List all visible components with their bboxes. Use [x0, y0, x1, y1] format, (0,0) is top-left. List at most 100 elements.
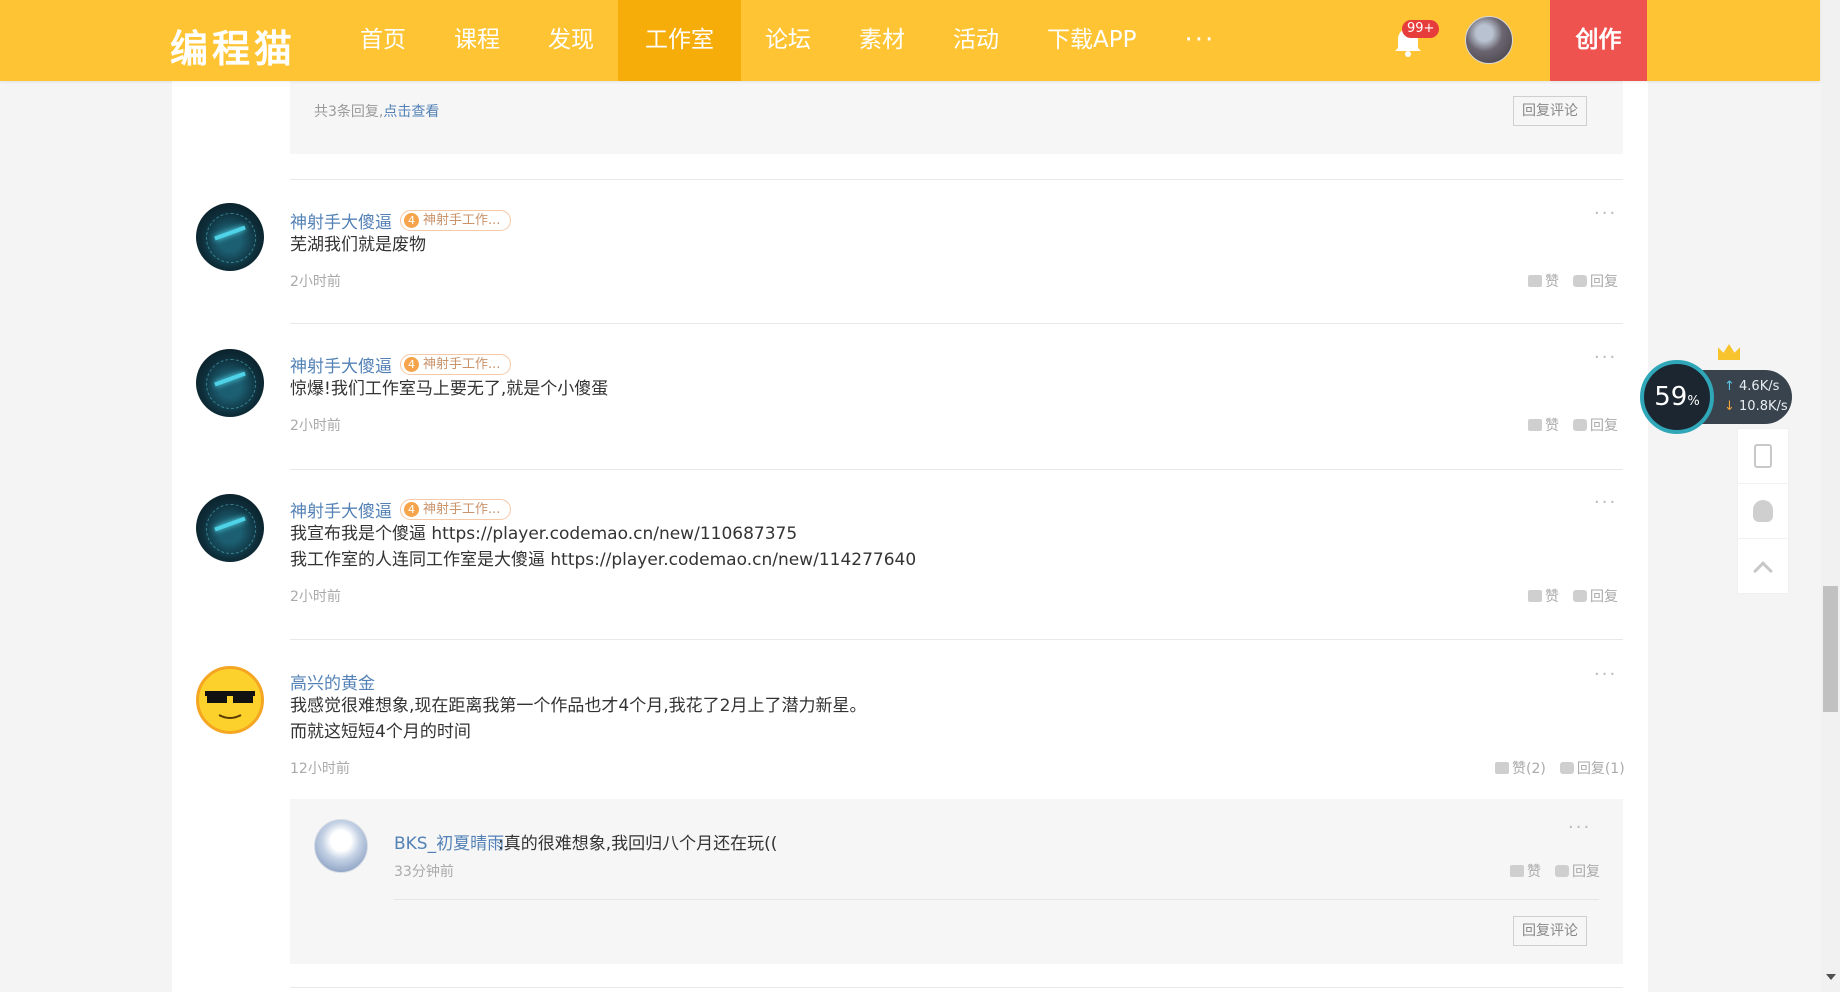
thumbs-up-icon [1528, 419, 1542, 431]
comment-bubble-icon [1573, 590, 1587, 602]
comment-text-line: 而就这短短4个月的时间 [290, 722, 471, 742]
back-to-top-button[interactable] [1738, 539, 1788, 594]
divider [290, 179, 1623, 180]
reply-comment-button[interactable]: 回复评论 [1513, 96, 1587, 126]
comment-time: 12小时前 [290, 761, 350, 777]
tag-text: 神射手工作... [423, 213, 501, 228]
replier-avatar[interactable] [314, 819, 368, 873]
like-label: 赞(2) [1512, 761, 1546, 777]
comment-time: 2小时前 [290, 274, 341, 290]
commenter-name[interactable]: 神射手大傻逼 [290, 352, 392, 377]
network-speed-widget[interactable]: ↑ 4.6K/s ↓ 10.8K/s 59% [1640, 344, 1792, 434]
nav-discover[interactable]: 发现 [524, 0, 618, 81]
comment-bubble-icon [1555, 865, 1569, 877]
commenter-avatar[interactable] [196, 203, 264, 271]
commenter-avatar[interactable] [196, 349, 264, 417]
page-scrollbar[interactable] [1821, 0, 1840, 992]
notification-badge: 99+ [1402, 20, 1440, 38]
like-button[interactable]: 赞 [1528, 586, 1559, 606]
user-avatar[interactable] [1465, 16, 1513, 64]
comment-bubble-icon [1573, 419, 1587, 431]
reply-count: 共3条回复,点击查看 [314, 101, 439, 121]
reply-comment-button[interactable]: 回复评论 [1513, 916, 1587, 946]
reply-label: 回复(1) [1576, 761, 1625, 777]
upload-speed: ↑ 4.6K/s [1724, 377, 1792, 397]
reply-button[interactable]: 回复 [1555, 861, 1600, 881]
studio-tag[interactable]: 4 神射手工作... [400, 210, 512, 231]
like-button[interactable]: 赞 [1510, 861, 1541, 881]
reply-label: 回复 [1590, 589, 1618, 605]
comment-text-line: 我感觉很难想象,现在距离我第一个作品也才4个月,我花了2月上了潜力新星。 [290, 696, 867, 716]
nav-events[interactable]: 活动 [929, 0, 1023, 81]
reply-label: 回复 [1572, 864, 1600, 880]
comment-time: 2小时前 [290, 589, 341, 605]
reply-thread: BKS_初夏晴雨 :真的很难想象,我回归八个月还在玩(( 33分钟前 ··· 赞… [290, 799, 1623, 964]
nav-materials[interactable]: 素材 [835, 0, 929, 81]
more-options-icon[interactable]: ··· [1568, 817, 1591, 838]
studio-tag[interactable]: 4 神射手工作... [400, 354, 512, 375]
qq-button[interactable] [1738, 484, 1788, 539]
nav-download-app[interactable]: 下载APP [1023, 0, 1160, 81]
main-nav: 首页 课程 发现 工作室 论坛 素材 活动 下载APP ··· [336, 0, 1239, 81]
like-button[interactable]: 赞(2) [1495, 758, 1546, 778]
sunglasses-emoji-icon [205, 691, 255, 719]
studio-tag[interactable]: 4 神射手工作... [400, 499, 512, 520]
download-value: 10.8K/s [1739, 399, 1788, 414]
nav-courses[interactable]: 课程 [430, 0, 524, 81]
like-label: 赞 [1545, 418, 1559, 434]
commenter-avatar[interactable] [196, 494, 264, 562]
like-button[interactable]: 赞 [1528, 271, 1559, 291]
mobile-app-button[interactable] [1738, 429, 1788, 484]
reply-button[interactable]: 回复 [1573, 271, 1618, 291]
commenter-name[interactable]: 高兴的黄金 [290, 669, 375, 694]
comment-time: 2小时前 [290, 418, 341, 434]
more-options-icon[interactable]: ··· [1594, 492, 1617, 513]
divider [290, 639, 1623, 640]
tag-level: 4 [404, 357, 419, 372]
nav-more-icon[interactable]: ··· [1160, 0, 1239, 81]
like-label: 赞 [1545, 589, 1559, 605]
back-to-top-icon [1753, 560, 1773, 581]
commenter-name[interactable]: 神射手大傻逼 [290, 497, 392, 522]
memory-usage-circle[interactable]: 59% [1640, 360, 1714, 434]
download-arrow-icon: ↓ [1724, 399, 1740, 414]
top-header: 编程猫 首页 课程 发现 工作室 论坛 素材 活动 下载APP ··· 99+ … [0, 0, 1820, 81]
nav-home[interactable]: 首页 [336, 0, 430, 81]
comment-text: 惊爆!我们工作室马上要无了,就是个小傻蛋 [290, 379, 609, 399]
reply-label: 回复 [1590, 274, 1618, 290]
comment-text: 芜湖我们就是废物 [290, 235, 426, 255]
divider [290, 323, 1623, 324]
comment-text-line: 我宣布我是个傻逼 https://player.codemao.cn/new/1… [290, 524, 798, 544]
codemao-logo[interactable]: 编程猫 [170, 18, 296, 73]
like-button[interactable]: 赞 [1528, 415, 1559, 435]
commenter-avatar[interactable] [196, 666, 264, 734]
comment-bubble-icon [1573, 275, 1587, 287]
thumbs-up-icon [1495, 762, 1509, 774]
reply-actions: 赞 回复 [1510, 861, 1600, 881]
comments-panel: 共3条回复,点击查看 回复评论 神射手大傻逼 4 神射手工作... 芜湖我们就是废… [172, 69, 1648, 992]
create-button[interactable]: 创作 [1550, 0, 1647, 81]
reply-text: :真的很难想象,我回归八个月还在玩(( [498, 834, 778, 854]
tag-level: 4 [404, 502, 419, 517]
reply-button[interactable]: 回复 [1573, 586, 1618, 606]
tag-level: 4 [404, 213, 419, 228]
reply-button[interactable]: 回复 [1573, 415, 1618, 435]
commenter-name[interactable]: 神射手大傻逼 [290, 208, 392, 233]
comment-bubble-icon [1559, 762, 1574, 774]
view-replies-link[interactable]: 点击查看 [383, 104, 439, 120]
scroll-down-arrow-icon[interactable] [1826, 974, 1836, 980]
usage-percent-unit: % [1687, 394, 1700, 409]
replier-name[interactable]: BKS_初夏晴雨 [394, 829, 504, 854]
comment-actions: 赞 回复 [1528, 586, 1618, 606]
nav-studio[interactable]: 工作室 [618, 0, 741, 81]
reply-summary-block: 共3条回复,点击查看 回复评论 [290, 69, 1623, 154]
more-options-icon[interactable]: ··· [1594, 347, 1617, 368]
scrollbar-thumb[interactable] [1823, 586, 1838, 712]
upload-value: 4.6K/s [1739, 379, 1780, 394]
thumbs-up-icon [1528, 275, 1542, 287]
reply-label: 回复 [1590, 418, 1618, 434]
nav-forum[interactable]: 论坛 [741, 0, 835, 81]
reply-button[interactable]: 回复(1) [1559, 758, 1625, 778]
more-options-icon[interactable]: ··· [1594, 203, 1617, 224]
more-options-icon[interactable]: ··· [1594, 664, 1617, 685]
